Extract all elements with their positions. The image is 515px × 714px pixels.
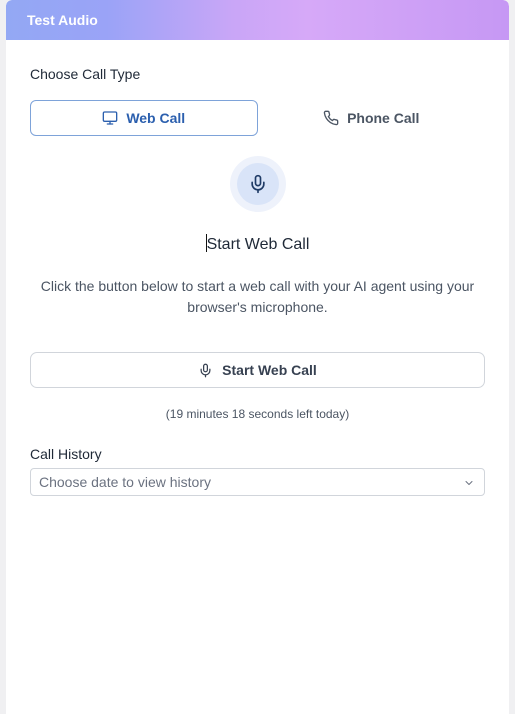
test-audio-panel: Test Audio Choose Call Type Web Call Pho… <box>6 0 509 714</box>
microphone-icon <box>200 363 211 377</box>
call-type-label: Choose Call Type <box>30 66 141 82</box>
start-web-call-button[interactable]: Start Web Call <box>30 352 485 388</box>
web-call-description: Click the button below to start a web ca… <box>40 278 475 315</box>
time-left-text: (19 minutes 18 seconds left today) <box>165 407 350 421</box>
monitor-icon <box>102 111 118 125</box>
phone-call-tab-label: Phone Call <box>347 110 420 126</box>
panel-title: Test Audio <box>27 12 98 28</box>
panel-header: Test Audio <box>6 0 509 40</box>
web-call-tab-label: Web Call <box>126 110 186 126</box>
call-history-label: Call History <box>30 446 102 462</box>
phone-icon <box>323 110 339 126</box>
call-type-toggle: Web Call Phone Call <box>30 100 485 136</box>
web-call-heading: Start Web Call <box>6 234 509 254</box>
mic-badge <box>230 156 286 212</box>
phone-call-tab[interactable]: Phone Call <box>258 100 486 136</box>
history-date-placeholder: Choose date to view history <box>39 474 211 490</box>
web-call-tab[interactable]: Web Call <box>30 100 258 136</box>
microphone-icon <box>251 174 265 194</box>
chevron-down-icon <box>465 481 473 485</box>
start-web-call-label: Start Web Call <box>222 362 317 378</box>
web-call-heading-text: Start Web Call <box>206 236 310 253</box>
history-date-select[interactable]: Choose date to view history <box>30 468 485 496</box>
mic-badge-inner <box>237 163 279 205</box>
